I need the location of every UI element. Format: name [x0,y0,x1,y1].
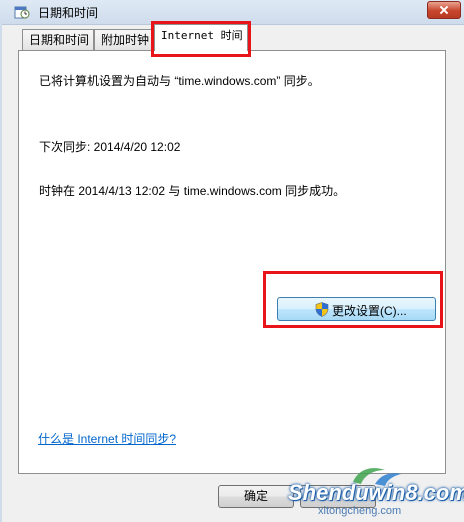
title-bar[interactable]: 日期和时间 [0,0,464,25]
close-button[interactable] [427,1,461,19]
tab-internet-time[interactable]: Internet 时间 [154,24,248,51]
change-settings-label: 更改设置(C)... [332,304,407,318]
tab-date-time[interactable]: 日期和时间 [22,29,94,51]
watermark-text: Shenduwin8.com [288,480,464,505]
internet-time-panel: 已将计算机设置为自动与 “time.windows.com” 同步。 下次同步:… [18,50,446,474]
change-settings-button[interactable]: 更改设置(C)... [277,297,436,321]
tab-date-time-label: 日期和时间 [29,33,90,47]
window-title: 日期和时间 [38,6,99,20]
last-sync-result-text: 时钟在 2014/4/13 12:02 与 time.windows.com 同… [39,184,346,198]
ok-button[interactable]: 确定 [218,485,294,508]
window-left-edge [0,24,2,522]
tab-internet-time-label: Internet 时间 [161,29,243,42]
clock-calendar-icon [14,6,30,19]
date-time-dialog: 日期和时间 日期和时间 附加时钟 Internet 时间 已将计算机设置为自动与… [0,0,464,522]
sync-setting-text: 已将计算机设置为自动与 “time.windows.com” 同步。 [39,74,320,88]
close-icon [439,5,449,15]
ok-button-label: 确定 [243,489,268,503]
internet-time-help-link[interactable]: 什么是 Internet 时间同步? [38,430,176,447]
watermark-subtext: xitongcheng.com [318,505,402,517]
tab-additional-clocks-label: 附加时钟 [101,33,150,47]
tab-additional-clocks[interactable]: 附加时钟 [94,29,154,51]
uac-shield-icon [315,302,329,317]
next-sync-text: 下次同步: 2014/4/20 12:02 [39,140,181,154]
